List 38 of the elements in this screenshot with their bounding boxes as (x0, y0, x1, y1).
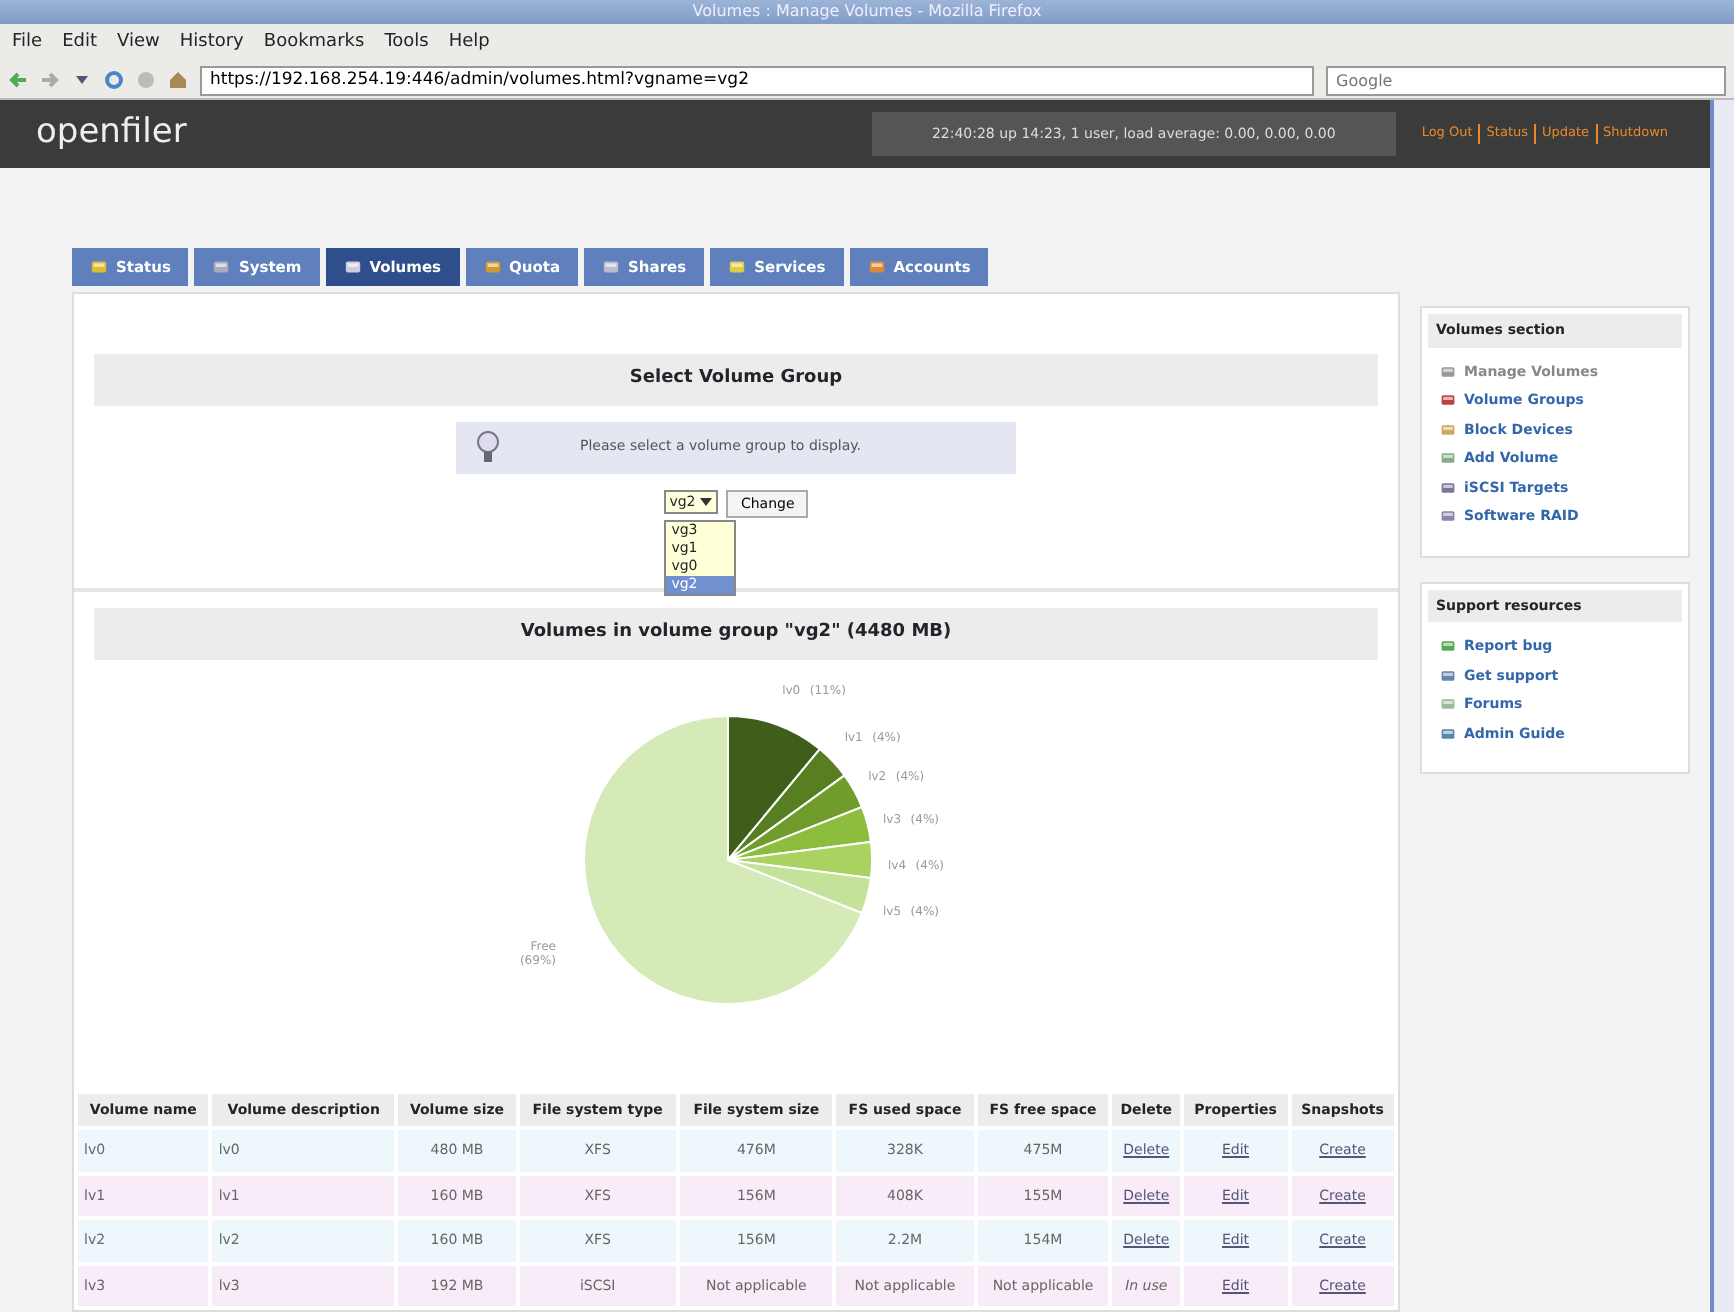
tab-icon (602, 257, 621, 276)
item-icon (1440, 450, 1456, 467)
window-title: Volumes : Manage Volumes - Mozilla Firefox (0, 0, 1734, 24)
menu-item[interactable]: Bookmarks (263, 30, 365, 56)
menu-item[interactable]: File (12, 30, 43, 56)
home-icon[interactable] (168, 70, 188, 90)
tab-icon (343, 257, 362, 276)
item-icon (1440, 725, 1456, 742)
tab-icon (90, 257, 108, 276)
section-title: Volumes in volume group "vg2" (4480 MB) (94, 608, 1378, 659)
lightbulb-icon (476, 429, 500, 465)
tab-icon (483, 257, 502, 276)
scrollbar[interactable] (1710, 100, 1734, 1312)
menu-item[interactable]: History (179, 30, 244, 56)
tab-icon (867, 257, 886, 276)
menu-item[interactable]: Edit (62, 30, 97, 56)
menu-item[interactable]: Tools (384, 30, 429, 56)
logo: openfiler (36, 110, 187, 157)
item-icon (1440, 363, 1456, 380)
item-icon (1440, 421, 1456, 438)
item-icon (1440, 479, 1456, 496)
address-field[interactable]: https://192.168.254.19:446/admin/volumes.html?vgname=vg2 (200, 65, 1314, 95)
caret-icon (699, 495, 712, 508)
item-icon (1440, 696, 1456, 713)
menu-item[interactable]: View (117, 30, 160, 56)
item-icon (1440, 667, 1456, 684)
tab-icon (728, 257, 747, 276)
reload-icon[interactable] (104, 70, 124, 90)
item-icon (1440, 638, 1456, 655)
search-field[interactable]: Google (1326, 65, 1726, 95)
menu-item[interactable]: Help (448, 30, 490, 56)
forward-icon[interactable] (40, 70, 60, 90)
stop-icon[interactable] (136, 70, 156, 90)
item-icon (1440, 392, 1456, 409)
section-title: Select Volume Group (94, 354, 1378, 405)
back-icon[interactable] (8, 70, 28, 90)
tab-icon (212, 257, 231, 276)
item-icon (1440, 508, 1456, 525)
